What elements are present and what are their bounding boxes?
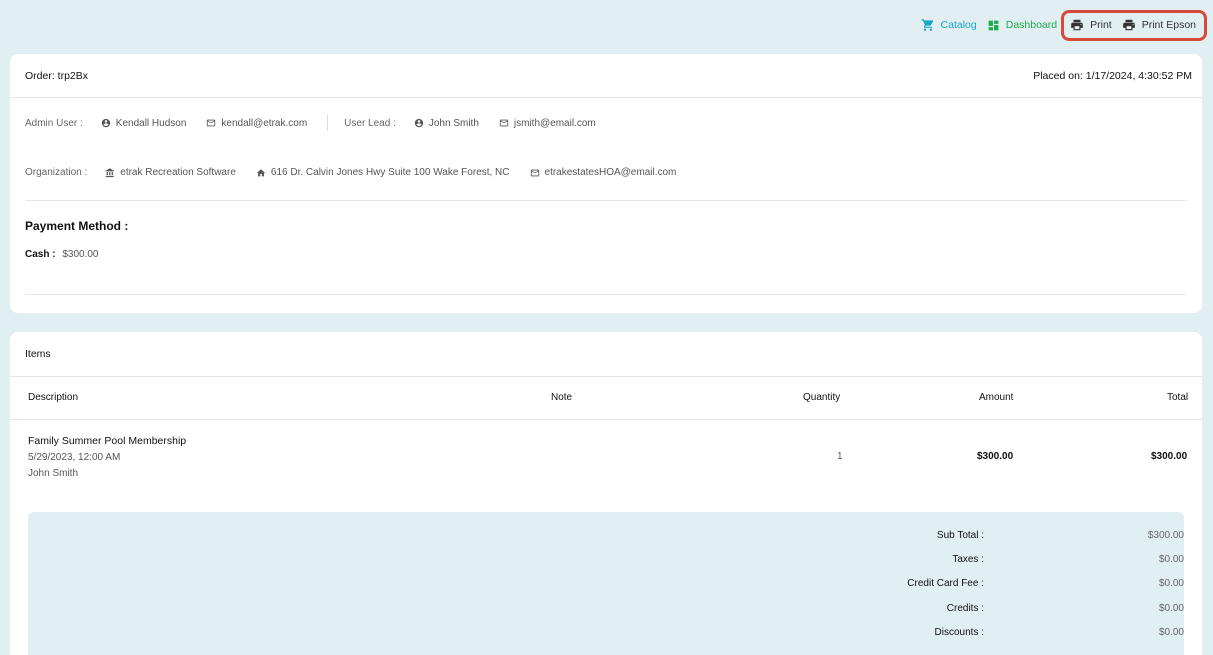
taxes-value: $0.00	[1158, 554, 1184, 565]
discounts-row: Discounts : $0.00	[784, 627, 1184, 647]
credit-card-fee-value: $0.00	[1158, 578, 1184, 589]
catalog-link[interactable]: Catalog	[921, 18, 977, 32]
payment-amount: $300.00	[62, 249, 99, 260]
admin-user-label: Admin User :	[25, 117, 83, 129]
order-card: Order: trp2Bx Placed on: 1/17/2024, 4:30…	[10, 54, 1202, 313]
print-epson-label: Print Epson	[1141, 19, 1196, 31]
divider	[10, 419, 1202, 420]
payment-type: Cash :	[25, 249, 56, 260]
item-name: Family Summer Pool Membership	[28, 435, 187, 447]
payment-line: Cash : $300.00	[25, 249, 99, 260]
print-epson-button[interactable]: Print Epson	[1122, 18, 1196, 32]
column-header-description: Description	[28, 392, 79, 403]
mail-icon	[207, 119, 216, 127]
taxes-row: Taxes : $0.00	[784, 554, 1184, 574]
order-summary: Sub Total : $300.00 Taxes : $0.00 Credit…	[28, 512, 1184, 655]
print-button[interactable]: Print	[1070, 18, 1112, 32]
mail-icon	[530, 169, 539, 176]
credit-card-fee-row: Credit Card Fee : $0.00	[784, 578, 1184, 598]
admin-user-name: Kendall Hudson	[101, 117, 187, 129]
admin-name-text: Kendall Hudson	[115, 117, 187, 129]
item-person: John Smith	[28, 468, 79, 479]
column-header-total: Total	[1167, 392, 1189, 403]
credits-value: $0.00	[1158, 603, 1184, 614]
org-name-text: etrak Recreation Software	[120, 167, 236, 178]
payment-method-title: Payment Method :	[25, 219, 129, 233]
person-icon	[414, 118, 424, 128]
users-row: Admin User : Kendall Hudson kendall@etra…	[10, 115, 616, 131]
person-icon	[101, 118, 110, 128]
item-total: $300.00	[1151, 451, 1188, 462]
item-amount: $300.00	[977, 451, 1014, 462]
print-label: Print	[1090, 19, 1112, 31]
column-header-note: Note	[551, 392, 573, 403]
credits-label: Credits :	[946, 603, 984, 614]
lead-email-text: jsmith@email.com	[513, 117, 596, 129]
credit-card-fee-label: Credit Card Fee :	[907, 578, 984, 589]
lead-name-text: John Smith	[428, 117, 479, 129]
order-title: Order: trp2Bx	[25, 69, 89, 82]
printer-icon	[1122, 19, 1135, 31]
home-icon	[256, 168, 266, 176]
item-quantity: 1	[837, 451, 843, 462]
divider	[25, 294, 1187, 295]
catalog-label: Catalog	[940, 19, 977, 31]
organization-address: 616 Dr. Calvin Jones Hwy Suite 100 Wake …	[256, 167, 510, 178]
order-header: Order: trp2Bx Placed on: 1/17/2024, 4:30…	[10, 54, 1202, 98]
user-lead-name: John Smith	[414, 118, 479, 129]
user-lead-label: User Lead :	[344, 117, 396, 129]
org-address-text: 616 Dr. Calvin Jones Hwy Suite 100 Wake …	[270, 167, 510, 178]
mail-icon	[499, 119, 509, 127]
dashboard-link[interactable]: Dashboard	[987, 19, 1057, 32]
discounts-value: $0.00	[1158, 627, 1184, 638]
organization-email[interactable]: etrakestatesHOA@email.com	[530, 167, 677, 178]
items-title: Items	[10, 332, 1202, 377]
placed-on: Placed on: 1/17/2024, 4:30:52 PM	[1033, 69, 1192, 82]
organization-row: Organization : etrak Recreation Software…	[10, 167, 696, 178]
divider	[327, 115, 329, 131]
admin-user-email[interactable]: kendall@etrak.com	[206, 118, 307, 129]
organization-label: Organization :	[25, 167, 88, 178]
credits-row: Credits : $0.00	[784, 603, 1184, 623]
org-email-text: etrakestatesHOA@email.com	[544, 167, 677, 178]
column-header-amount: Amount	[979, 392, 1014, 403]
column-header-quantity: Quantity	[803, 392, 841, 403]
user-lead-email[interactable]: jsmith@email.com	[499, 118, 596, 129]
subtotal-value: $300.00	[1147, 530, 1184, 541]
top-toolbar: Catalog Dashboard Print Print Epson	[921, 9, 1207, 41]
admin-email-text: kendall@etrak.com	[221, 117, 308, 129]
bank-icon	[106, 167, 115, 177]
printer-icon	[1071, 19, 1083, 31]
print-actions-highlight: Print Print Epson	[1061, 9, 1207, 41]
organization-name: etrak Recreation Software	[105, 167, 236, 178]
taxes-label: Taxes :	[952, 554, 984, 565]
cart-icon	[921, 19, 933, 31]
dashboard-label: Dashboard	[1005, 19, 1058, 31]
subtotal-row: Sub Total : $300.00	[784, 530, 1184, 550]
subtotal-label: Sub Total :	[936, 530, 984, 541]
items-card: Items Description Note Quantity Amount T…	[10, 332, 1202, 655]
dashboard-icon	[988, 20, 999, 30]
discounts-label: Discounts :	[934, 627, 984, 638]
item-date: 5/29/2023, 12:00 AM	[28, 452, 121, 463]
divider	[25, 200, 1187, 201]
